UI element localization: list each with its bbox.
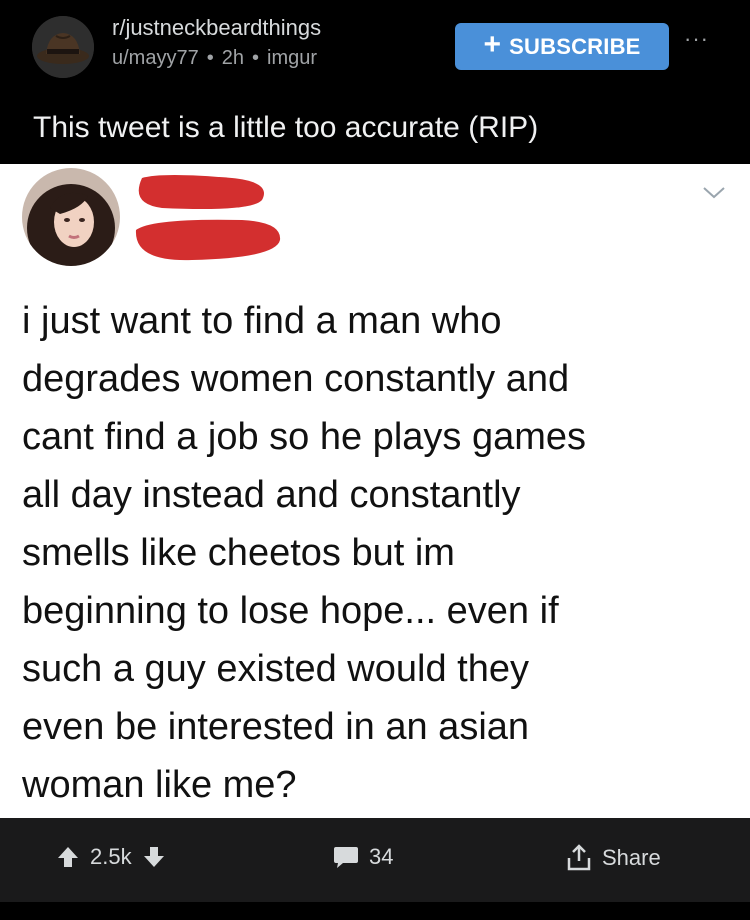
author-link[interactable]: u/mayy77	[112, 47, 199, 69]
tweet-line: woman like me?	[22, 764, 297, 806]
post-action-bar: 2.5k 34 Share	[0, 818, 750, 902]
tweet-line: i just want to find a man who	[22, 300, 502, 342]
vote-group: 2.5k	[56, 844, 166, 870]
share-button[interactable]: Share	[566, 844, 661, 872]
subscribe-button[interactable]: + SUBSCRIBE	[455, 23, 669, 70]
post-header: r/justneckbeardthings u/mayy77 • 2h • imgur …	[0, 0, 750, 162]
comment-bubble-icon	[334, 847, 358, 868]
tweet-line: degrades women constantly and	[22, 358, 570, 400]
tweet-line: cant find a job so he plays games	[22, 416, 587, 458]
tweet-author-avatar	[22, 168, 120, 266]
tweet-line: all day instead and constantly	[22, 474, 521, 516]
post-age: 2h	[221, 47, 244, 69]
redaction-scribble	[135, 175, 281, 261]
subreddit-avatar[interactable]	[32, 16, 94, 78]
arrow-up-icon[interactable]	[56, 845, 80, 869]
more-options-button[interactable]: ···	[684, 26, 709, 52]
subscribe-label: SUBSCRIBE	[509, 33, 641, 59]
plus-icon: +	[483, 28, 502, 61]
share-icon	[567, 844, 591, 871]
subreddit-name[interactable]: r/justneckbeardthings	[112, 14, 321, 42]
post-source-link[interactable]: imgur	[267, 47, 317, 69]
share-label: Share	[602, 845, 661, 870]
comment-count: 34	[369, 844, 394, 869]
tweet-screenshot[interactable]: i just want to find a man who degrades w…	[0, 164, 750, 818]
tweet-line: such a guy existed would they	[22, 648, 529, 690]
post-byline: u/mayy77 • 2h • imgur	[112, 44, 321, 72]
comments-button[interactable]: 34	[333, 844, 393, 870]
tweet-line: beginning to lose hope... even if	[22, 590, 559, 632]
chevron-down-icon[interactable]	[702, 186, 726, 200]
tweet-body: i just want to find a man who degrades w…	[22, 292, 737, 814]
bottom-divider	[0, 902, 750, 920]
post-title[interactable]: This tweet is a little too accurate (RIP…	[33, 108, 538, 148]
byline-separator: •	[251, 47, 259, 69]
byline-separator: •	[206, 47, 214, 69]
tweet-line: smells like cheetos but im	[22, 532, 455, 574]
vote-count: 2.5k	[90, 844, 132, 869]
tweet-line: even be interested in an asian	[22, 706, 530, 748]
fedora-hat-icon	[32, 16, 94, 78]
arrow-down-icon[interactable]	[142, 845, 166, 869]
